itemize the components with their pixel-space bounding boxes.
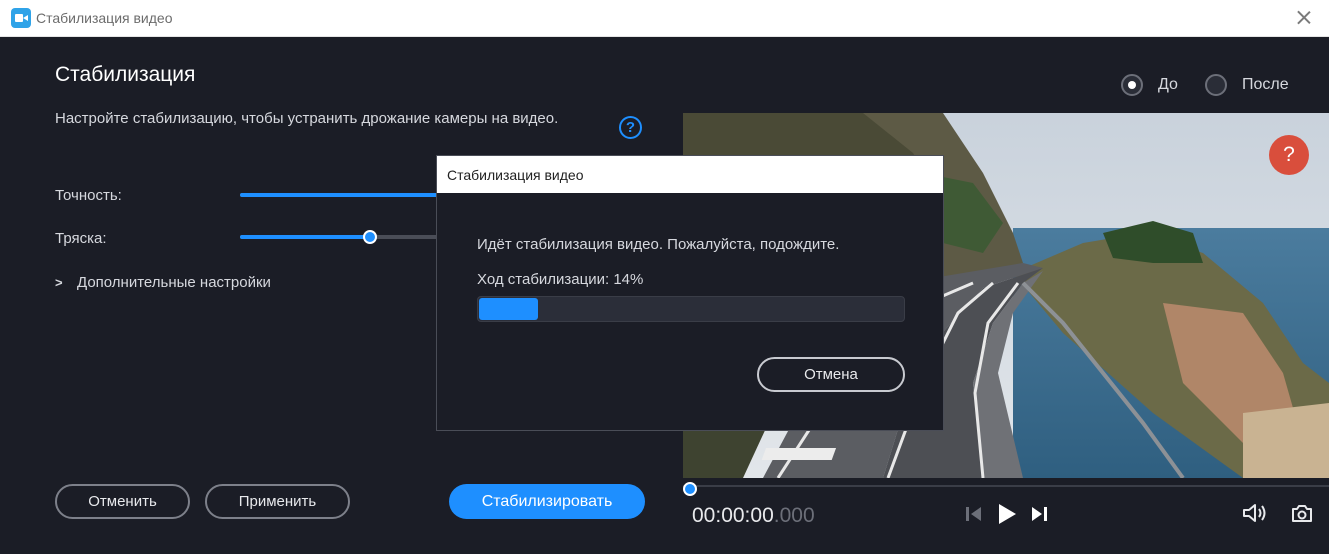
- description-text: Настройте стабилизацию, чтобы устранить …: [55, 110, 559, 127]
- before-label: До: [1158, 76, 1178, 93]
- close-icon[interactable]: [1295, 8, 1313, 26]
- stabilize-button[interactable]: Стабилизировать: [449, 484, 645, 519]
- video-camera-icon: [11, 8, 31, 28]
- shake-label: Тряска:: [55, 230, 107, 247]
- advanced-settings-toggle[interactable]: Дополнительные настройки: [77, 274, 271, 291]
- window-title: Стабилизация видео: [36, 10, 173, 26]
- play-icon[interactable]: [997, 503, 1017, 525]
- timecode-ms: .000: [773, 504, 815, 527]
- previous-frame-icon[interactable]: [965, 506, 983, 522]
- page-title: Стабилизация: [55, 63, 196, 86]
- camera-snapshot-icon[interactable]: [1291, 503, 1313, 523]
- progress-bar: [477, 296, 905, 322]
- chevron-right-icon[interactable]: >: [55, 275, 63, 290]
- help-button[interactable]: ?: [1269, 135, 1309, 175]
- shake-slider-fill: [240, 235, 370, 239]
- cancel-button[interactable]: Отменить: [55, 484, 190, 519]
- after-label: После: [1242, 76, 1289, 93]
- progress-bar-fill: [479, 298, 539, 320]
- progress-label: Ход стабилизации: 14%: [477, 271, 644, 288]
- before-radio[interactable]: [1121, 74, 1143, 96]
- timeline-track[interactable]: [683, 485, 1329, 487]
- apply-button[interactable]: Применить: [205, 484, 350, 519]
- dialog-title: Стабилизация видео: [437, 156, 943, 193]
- dialog-cancel-button[interactable]: Отмена: [757, 357, 905, 392]
- volume-icon[interactable]: [1242, 503, 1268, 523]
- help-icon[interactable]: ?: [619, 116, 642, 139]
- after-radio[interactable]: [1205, 74, 1227, 96]
- dialog-message: Идёт стабилизация видео. Пожалуйста, под…: [477, 236, 840, 253]
- accuracy-slider-fill: [240, 193, 438, 197]
- timecode-main: 00:00:00: [692, 504, 774, 527]
- next-frame-icon[interactable]: [1030, 506, 1048, 522]
- timeline-playhead[interactable]: [683, 482, 697, 496]
- window-titlebar: Стабилизация видео: [0, 0, 1329, 37]
- timecode: 00:00:00.000: [692, 504, 815, 528]
- shake-slider-thumb[interactable]: [362, 230, 377, 244]
- accuracy-label: Точность:: [55, 187, 122, 204]
- progress-dialog: Стабилизация видео Идёт стабилизация вид…: [436, 155, 944, 431]
